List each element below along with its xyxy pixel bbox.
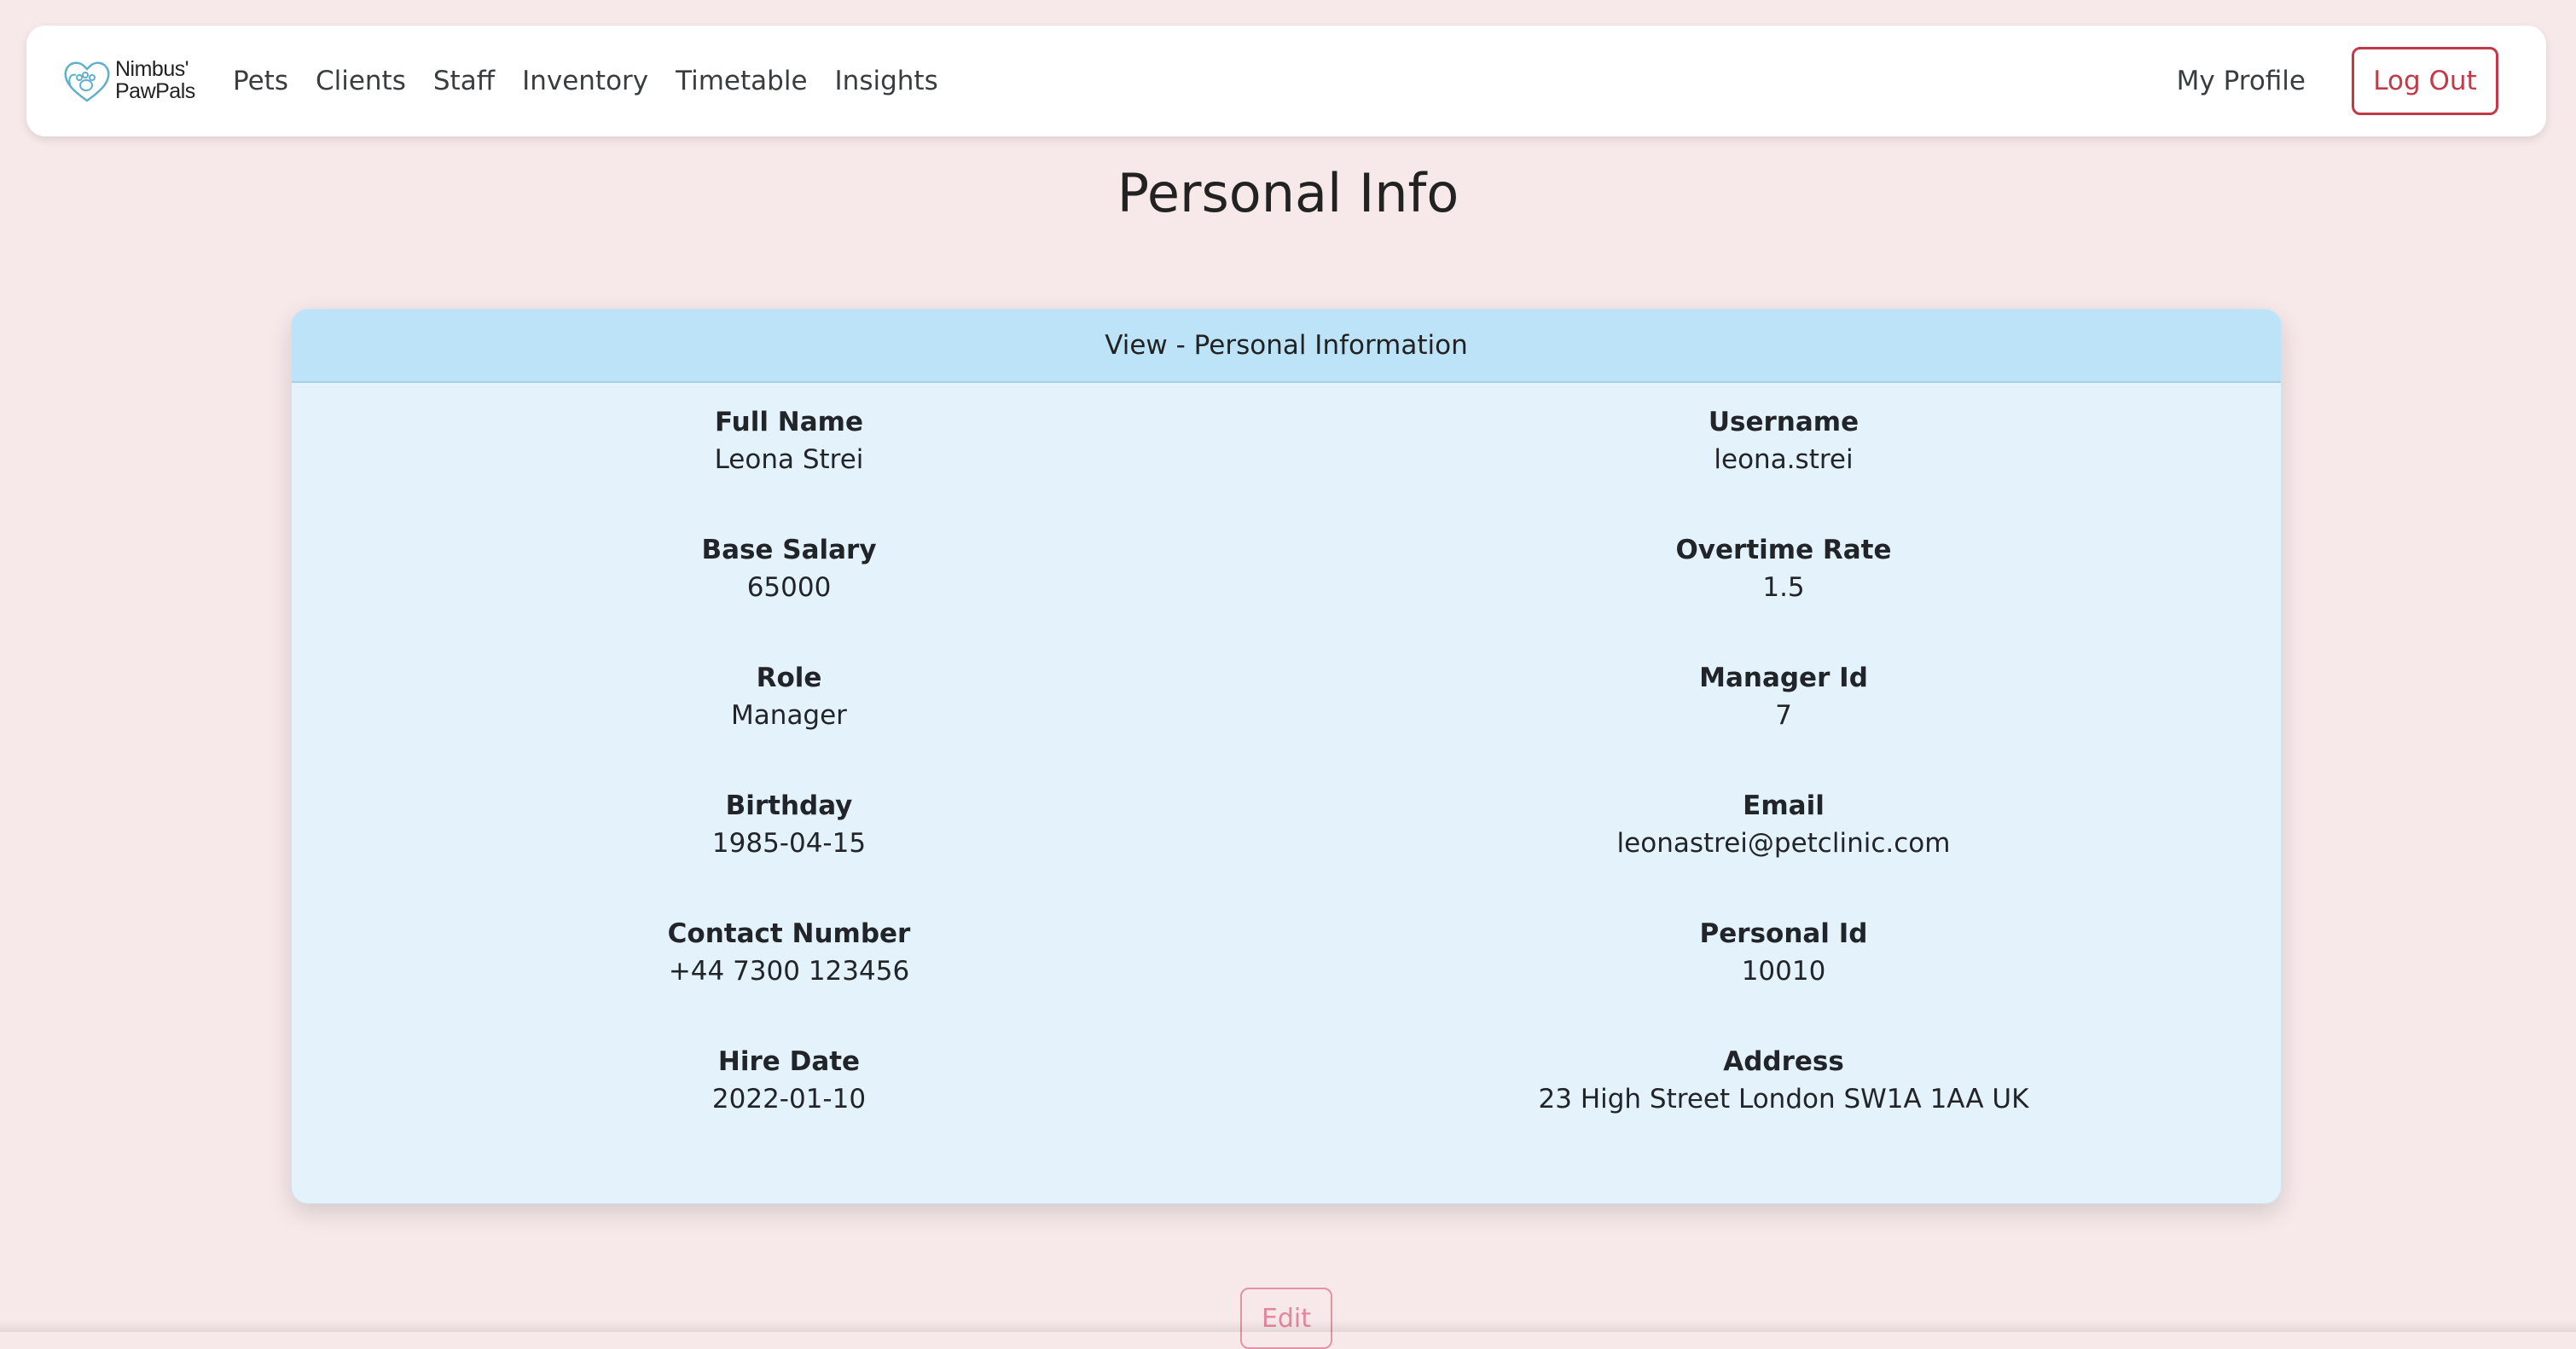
field-value: 1985-04-15 — [711, 828, 867, 859]
field-base-salary: Base Salary 65000 — [292, 531, 1286, 659]
field-overtime-rate: Overtime Rate 1.5 — [1286, 531, 2281, 659]
field-value: 7 — [1775, 700, 1792, 731]
card-header: View - Personal Information — [292, 310, 2281, 383]
field-label: Birthday — [725, 790, 853, 821]
field-address: Address 23 High Street London SW1A 1AA U… — [1286, 1043, 2281, 1171]
nav-link-inventory[interactable]: Inventory — [522, 66, 648, 96]
nav-right: My Profile Log Out — [2177, 26, 2498, 136]
field-value: Manager — [731, 700, 847, 731]
nav-link-insights[interactable]: Insights — [835, 66, 938, 96]
field-personal-id: Personal Id 10010 — [1286, 915, 2281, 1043]
field-label: Contact Number — [667, 918, 911, 949]
logout-button[interactable]: Log Out — [2352, 47, 2498, 115]
field-label: Hire Date — [717, 1046, 861, 1077]
field-manager-id: Manager Id 7 — [1286, 659, 2281, 787]
field-label: Full Name — [715, 407, 863, 437]
field-label: Manager Id — [1699, 663, 1868, 693]
field-birthday: Birthday 1985-04-15 — [292, 787, 1286, 915]
field-label: Username — [1708, 407, 1859, 437]
info-grid: Full Name Leona Strei Username leona.str… — [292, 383, 2281, 1171]
field-label: Email — [1743, 790, 1825, 821]
field-value: 1.5 — [1762, 572, 1805, 603]
field-label: Personal Id — [1699, 918, 1868, 949]
field-username: Username leona.strei — [1286, 403, 2281, 531]
field-label: Overtime Rate — [1675, 535, 1892, 565]
field-value: Leona Strei — [714, 444, 864, 475]
page-title: Personal Info — [1117, 162, 1459, 224]
field-role: Role Manager — [292, 659, 1286, 787]
nav-link-timetable[interactable]: Timetable — [676, 66, 807, 96]
brand-name: Nimbus' PawPals — [115, 58, 195, 102]
top-navbar: Nimbus' PawPals Pets Clients Staff Inven… — [26, 26, 2546, 136]
my-profile-link[interactable]: My Profile — [2177, 66, 2306, 96]
personal-info-card: View - Personal Information Full Name Le… — [291, 309, 2282, 1204]
field-label: Address — [1723, 1046, 1844, 1077]
field-value: leona.strei — [1714, 444, 1854, 475]
paw-heart-icon — [64, 61, 110, 102]
field-label: Role — [756, 663, 822, 693]
field-email: Email leonastrei@petclinic.com — [1286, 787, 2281, 915]
field-value: 23 High Street London SW1A 1AA UK — [1538, 1084, 2029, 1115]
nav-link-staff[interactable]: Staff — [433, 66, 495, 96]
field-contact-number: Contact Number +44 7300 123456 — [292, 915, 1286, 1043]
nav-link-pets[interactable]: Pets — [233, 66, 288, 96]
field-value: +44 7300 123456 — [668, 956, 910, 987]
field-value: 10010 — [1741, 956, 1826, 987]
field-full-name: Full Name Leona Strei — [292, 403, 1286, 531]
brand-logo[interactable]: Nimbus' PawPals — [61, 55, 211, 107]
field-label: Base Salary — [701, 535, 877, 565]
edit-button[interactable]: Edit — [1240, 1288, 1332, 1349]
nav-link-clients[interactable]: Clients — [316, 66, 406, 96]
field-value: 65000 — [746, 572, 832, 603]
brand-name-line1: Nimbus' — [115, 57, 189, 81]
bottom-edge-shadow — [0, 1320, 2576, 1332]
brand-name-line2: PawPals — [115, 79, 195, 103]
field-value: 2022-01-10 — [711, 1084, 867, 1115]
nav-links: Pets Clients Staff Inventory Timetable I… — [233, 26, 966, 136]
field-value: leonastrei@petclinic.com — [1616, 828, 1951, 859]
field-hire-date: Hire Date 2022-01-10 — [292, 1043, 1286, 1171]
